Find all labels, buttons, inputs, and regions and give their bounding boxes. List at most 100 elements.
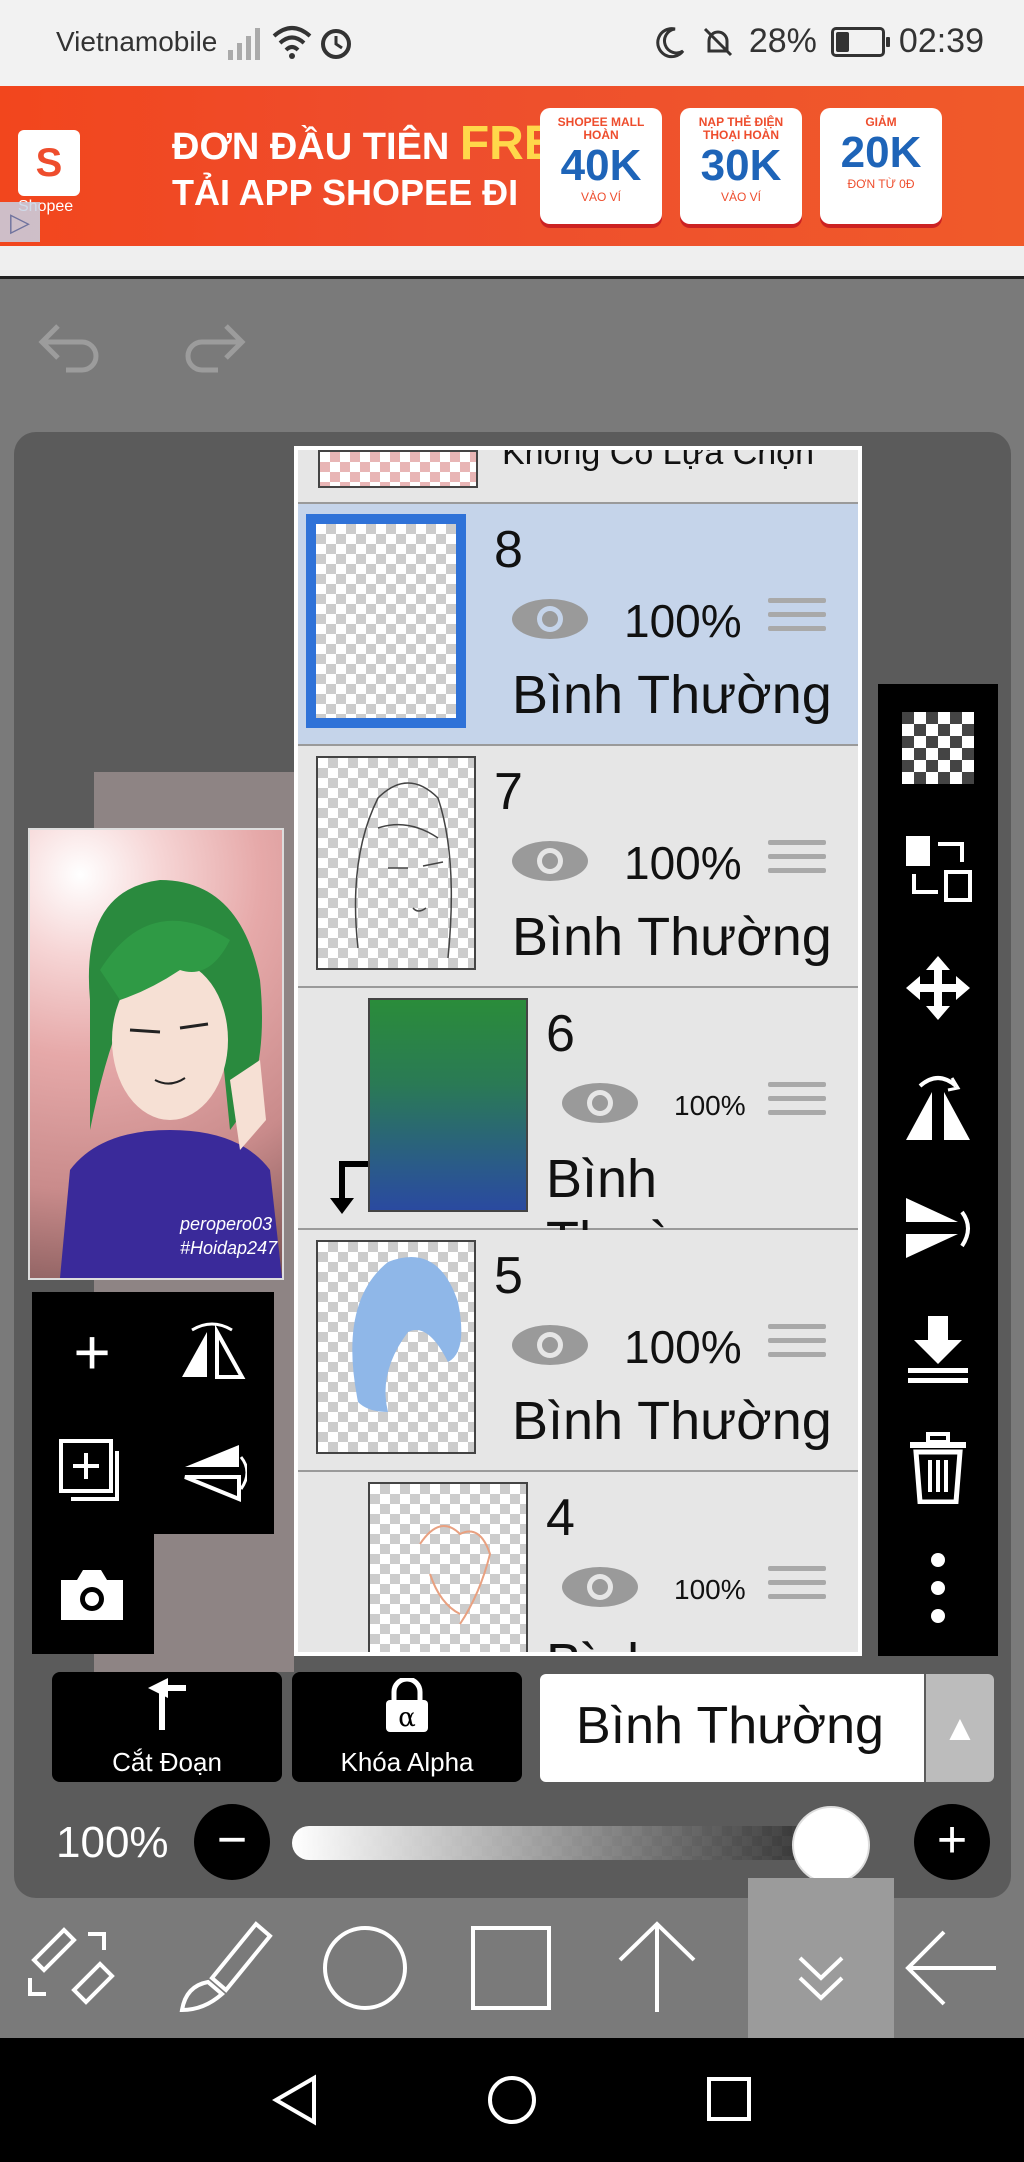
wifi-icon xyxy=(272,26,312,59)
layer-number: 8 xyxy=(494,521,523,579)
carrier-name: Vietnamobile xyxy=(56,26,218,57)
drag-handle-icon[interactable] xyxy=(768,1566,826,1614)
add-layer-icon[interactable]: + xyxy=(32,1292,152,1412)
more-vertical-icon[interactable] xyxy=(878,1528,998,1648)
flip-horizontal-icon[interactable] xyxy=(152,1292,272,1412)
system-nav-bar xyxy=(0,2038,1024,2162)
signature-1: peropero03 xyxy=(180,1214,273,1234)
layer-opacity: 100% xyxy=(624,837,742,889)
visibility-eye-icon[interactable] xyxy=(510,1322,590,1368)
opacity-value: 100% xyxy=(56,1818,169,1867)
back-nav-icon[interactable] xyxy=(270,2074,320,2126)
flip-vertical-icon[interactable] xyxy=(878,1168,998,1288)
visibility-eye-icon[interactable] xyxy=(560,1564,640,1610)
layer-row-7[interactable]: 7 100% Bình Thường xyxy=(298,746,858,988)
lock-alpha-icon: α xyxy=(292,1676,522,1747)
chevron-down-icon[interactable] xyxy=(748,1878,894,2038)
trash-icon[interactable] xyxy=(878,1408,998,1528)
coupon-30k: NẠP THẺ ĐIỆN THOẠI HOÀN 30K VÀO VÍ xyxy=(680,108,802,224)
ad-headline: ĐƠN ĐẦU TIÊN FREE xyxy=(172,117,588,170)
status-bar: Vietnamobile 28% 02:39 xyxy=(0,0,1024,86)
shopee-bag-icon: S xyxy=(18,130,80,196)
battery-icon xyxy=(830,26,890,57)
swap-layer-icon[interactable] xyxy=(878,808,998,928)
visibility-eye-icon[interactable] xyxy=(560,1080,640,1126)
coupon-20k: GIẢM 20K ĐƠN TỪ 0Đ xyxy=(820,108,942,224)
ad-banner[interactable]: S Shopee ĐƠN ĐẦU TIÊN FREE TẢI APP SHOPE… xyxy=(0,86,1024,246)
arrow-up-icon[interactable] xyxy=(584,1898,730,2038)
layer-none-selection[interactable]: Không Có Lựa Chọn xyxy=(298,450,858,504)
undo-icon[interactable] xyxy=(36,318,106,374)
layer-blend-mode: Bình Thường xyxy=(546,1632,858,1652)
camera-icon[interactable] xyxy=(32,1534,152,1654)
blend-mode-select[interactable]: Bình Thường xyxy=(540,1674,924,1782)
alpha-lock-button[interactable]: α Khóa Alpha xyxy=(292,1672,522,1782)
opacity-increase-button[interactable]: + xyxy=(914,1804,990,1880)
drag-handle-icon[interactable] xyxy=(768,1324,826,1372)
visibility-eye-icon[interactable] xyxy=(510,596,590,642)
layer-number: 5 xyxy=(494,1247,523,1305)
duplicate-layer-icon[interactable] xyxy=(32,1412,152,1532)
clipping-label: Cắt Đoạn xyxy=(112,1747,222,1777)
merge-down-icon[interactable] xyxy=(878,1288,998,1408)
layer-blend-mode: Bình Thường xyxy=(512,907,832,967)
rect-select-icon[interactable] xyxy=(438,1898,584,2038)
layer-opacity: 100% xyxy=(624,1321,742,1373)
layer-thumbnail xyxy=(316,1240,476,1454)
layer-thumbnail xyxy=(318,450,478,488)
svg-text:α: α xyxy=(398,1703,416,1733)
alpha-lock-label: Khóa Alpha xyxy=(340,1747,474,1777)
mute-bell-icon xyxy=(703,27,732,56)
layer-label: Không Có Lựa Chọn xyxy=(502,446,814,472)
signature-2: #Hoidap247 xyxy=(180,1238,278,1258)
clipping-icon xyxy=(52,1678,282,1747)
opacity-slider-handle[interactable] xyxy=(792,1806,870,1884)
character-drawing xyxy=(60,880,282,1278)
battery-percent: 28% xyxy=(748,22,817,60)
moon-icon xyxy=(656,26,685,58)
layer-thumbnail xyxy=(368,1482,528,1652)
layer-opacity: 100% xyxy=(674,1090,746,1121)
layer-opacity: 100% xyxy=(624,595,742,647)
layer-number: 6 xyxy=(546,1005,575,1063)
drag-handle-icon[interactable] xyxy=(768,598,826,646)
canvas-preview[interactable]: peropero03 #Hoidap247 xyxy=(28,828,284,1280)
flip-horizontal-icon[interactable] xyxy=(878,1048,998,1168)
transform-icon[interactable] xyxy=(0,1898,146,2038)
main-toolbar xyxy=(0,1878,1024,2038)
opacity-decrease-button[interactable]: − xyxy=(194,1804,270,1880)
blend-mode-value: Bình Thường xyxy=(576,1697,884,1755)
redo-icon[interactable] xyxy=(178,318,248,374)
move-icon[interactable] xyxy=(878,928,998,1048)
coupon-40k: SHOPEE MALL HOÀN 40K VÀO VÍ xyxy=(540,108,662,224)
transparent-grid-icon[interactable] xyxy=(878,688,998,808)
recents-nav-icon[interactable] xyxy=(704,2074,754,2126)
ad-choices-icon[interactable]: ▷ xyxy=(0,202,40,242)
flip-vertical-icon[interactable] xyxy=(152,1412,272,1532)
blend-mode-dropdown-icon[interactable]: ▲ xyxy=(926,1674,994,1782)
drag-handle-icon[interactable] xyxy=(768,840,826,888)
drag-handle-icon[interactable] xyxy=(768,1082,826,1130)
signal-icon xyxy=(228,28,260,60)
opacity-slider[interactable] xyxy=(292,1826,866,1860)
layer-row-8[interactable]: 8 100% Bình Thường xyxy=(298,504,858,746)
clock: 02:39 xyxy=(898,22,984,60)
clipping-button[interactable]: Cắt Đoạn xyxy=(52,1672,282,1782)
layer-row-6[interactable]: 6 100% Bình Thường xyxy=(298,988,858,1271)
layer-thumbnail xyxy=(316,756,476,970)
layer-blend-mode: Bình Thường xyxy=(512,665,832,725)
layer-tools-sidebar xyxy=(878,684,998,1656)
visibility-eye-icon[interactable] xyxy=(510,838,590,884)
layer-row-4[interactable]: 4 100% Bình Thường xyxy=(298,1472,858,1652)
brush-icon[interactable] xyxy=(146,1898,292,2038)
ellipse-select-icon[interactable] xyxy=(292,1898,438,2038)
home-nav-icon[interactable] xyxy=(486,2074,538,2126)
layer-thumbnail xyxy=(368,998,528,1212)
layer-opacity: 100% xyxy=(674,1574,746,1605)
arrow-left-icon[interactable] xyxy=(878,1898,1024,2038)
layer-number: 4 xyxy=(546,1489,575,1547)
camera-toolbox xyxy=(32,1534,154,1654)
layers-list[interactable]: Không Có Lựa Chọn 8 100% Bình Thường 7 1… xyxy=(294,446,862,1656)
layer-row-5[interactable]: 5 100% Bình Thường xyxy=(298,1230,858,1472)
layer-blend-mode: Bình Thường xyxy=(512,1391,832,1451)
